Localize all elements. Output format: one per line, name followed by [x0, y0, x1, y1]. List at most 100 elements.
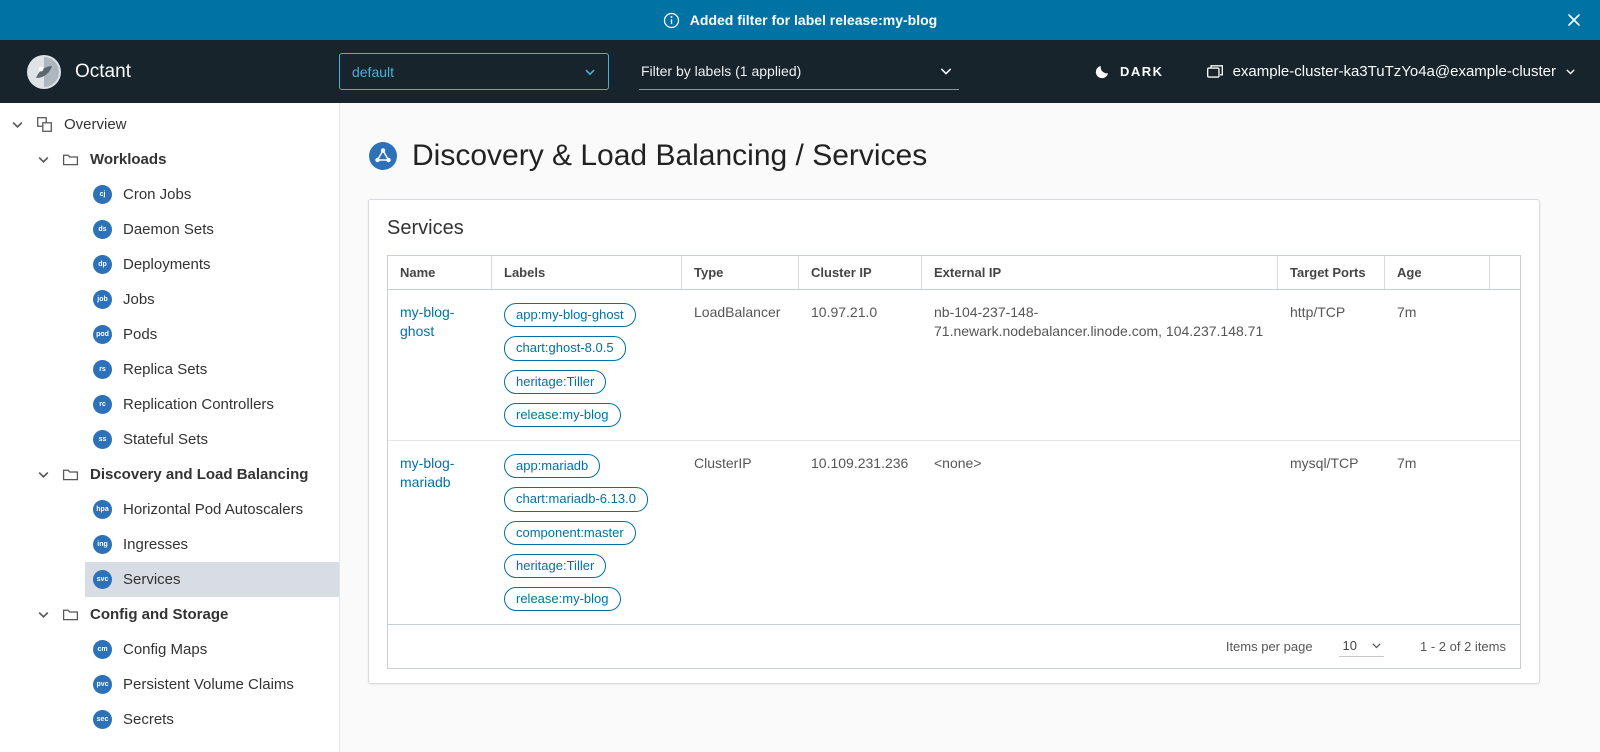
sidebar-item-label: Horizontal Pod Autoscalers: [123, 501, 303, 518]
pods-icon: pod: [93, 325, 112, 344]
sidebar-item-jobs[interactable]: job Jobs: [85, 282, 339, 317]
sidebar-item-horizontal-pod-autoscalers[interactable]: hpa Horizontal Pod Autoscalers: [85, 492, 339, 527]
cell-external-ip: nb-104-237-148-71.newark.nodebalancer.li…: [922, 290, 1278, 440]
chevron-down-icon: [36, 468, 50, 482]
sidebar-item-secrets[interactable]: sec Secrets: [85, 702, 339, 737]
moon-icon: [1094, 63, 1111, 80]
sidebar-item-pods[interactable]: pod Pods: [85, 317, 339, 352]
cell-spacer: [1490, 290, 1520, 440]
folder-icon: [61, 606, 79, 624]
services-card: Services Name Labels Type Cluster IP Ext…: [368, 199, 1540, 684]
sidebar-item-replica-sets[interactable]: rs Replica Sets: [85, 352, 339, 387]
header-spacer: [1490, 256, 1520, 289]
jobs-icon: job: [93, 290, 112, 309]
sidebar-item-label: Ingresses: [123, 536, 188, 553]
info-alert-bar: Added filter for label release:my-blog: [0, 0, 1600, 40]
service-link[interactable]: my-blog-ghost: [400, 303, 480, 341]
sidebar-nav: Overview Workloads cj Cron Jobs ds Daemo…: [0, 103, 340, 752]
sidebar-item-persistent-volume-claims[interactable]: pvc Persistent Volume Claims: [85, 667, 339, 702]
sidebar-section-config-and-storage[interactable]: Config and Storage: [0, 597, 339, 632]
sidebar-item-cron-jobs[interactable]: cj Cron Jobs: [85, 177, 339, 212]
cell-labels: app:mariadb chart:mariadb-6.13.0 compone…: [492, 441, 682, 624]
label-pill[interactable]: heritage:Tiller: [504, 554, 606, 578]
items-per-page-select[interactable]: 10: [1339, 636, 1384, 657]
column-header-target-ports: Target Ports: [1278, 256, 1385, 289]
column-header-name: Name: [388, 256, 492, 289]
label-pill[interactable]: heritage:Tiller: [504, 370, 606, 394]
label-filter-select[interactable]: Filter by labels (1 applied): [639, 53, 959, 90]
column-header-labels: Labels: [492, 256, 682, 289]
sidebar-item-stateful-sets[interactable]: ss Stateful Sets: [85, 422, 339, 457]
cluster-select[interactable]: example-cluster-ka3TuTzYo4a@example-clus…: [1206, 63, 1576, 81]
replication-controllers-icon: rc: [93, 395, 112, 414]
table-row: my-blog-mariadb app:mariadb chart:mariad…: [388, 440, 1520, 624]
persistent-volume-claims-icon: pvc: [93, 675, 112, 694]
sidebar-item-label: Pods: [123, 326, 157, 343]
cron-jobs-icon: cj: [93, 185, 112, 204]
sidebar-item-overview[interactable]: Overview: [0, 107, 339, 142]
cell-type: LoadBalancer: [682, 290, 799, 440]
sidebar-section-workloads[interactable]: Workloads: [0, 142, 339, 177]
sidebar-item-label: Deployments: [123, 256, 211, 273]
sidebar-item-daemon-sets[interactable]: ds Daemon Sets: [85, 212, 339, 247]
sidebar-item-label: Config and Storage: [90, 606, 228, 623]
label-pill[interactable]: release:my-blog: [504, 403, 621, 427]
label-pill[interactable]: chart:mariadb-6.13.0: [504, 487, 648, 511]
label-filter-value: Filter by labels (1 applied): [641, 63, 801, 79]
sidebar-item-label: Replication Controllers: [123, 396, 274, 413]
sidebar-item-label: Services: [123, 571, 181, 588]
octant-logo: [26, 54, 62, 90]
label-pill[interactable]: release:my-blog: [504, 587, 621, 611]
sidebar-item-deployments[interactable]: dp Deployments: [85, 247, 339, 282]
label-pill[interactable]: chart:ghost-8.0.5: [504, 336, 626, 360]
replica-sets-icon: rs: [93, 360, 112, 379]
cell-labels: app:my-blog-ghost chart:ghost-8.0.5 heri…: [492, 290, 682, 440]
sidebar-item-label: Config Maps: [123, 641, 207, 658]
sidebar-item-label: Cron Jobs: [123, 186, 191, 203]
cell-age: 7m: [1385, 441, 1490, 624]
cluster-name: example-cluster-ka3TuTzYo4a@example-clus…: [1233, 63, 1556, 80]
cell-type: ClusterIP: [682, 441, 799, 624]
table-header: Name Labels Type Cluster IP External IP …: [388, 256, 1520, 290]
close-icon[interactable]: [1566, 0, 1582, 40]
services-icon: svc: [93, 570, 112, 589]
label-pill[interactable]: app:mariadb: [504, 454, 600, 478]
theme-label: DARK: [1120, 64, 1164, 79]
cell-name: my-blog-mariadb: [388, 441, 492, 624]
chevron-down-icon: [939, 64, 953, 78]
items-per-page-label: Items per page: [1226, 639, 1313, 654]
cluster-icon: [1206, 63, 1224, 81]
sidebar-item-config-maps[interactable]: cm Config Maps: [85, 632, 339, 667]
sidebar-item-label: Workloads: [90, 151, 166, 168]
label-pill[interactable]: component:master: [504, 521, 636, 545]
pagination-range: 1 - 2 of 2 items: [1420, 639, 1506, 654]
sidebar-item-replication-controllers[interactable]: rc Replication Controllers: [85, 387, 339, 422]
sidebar-section-discovery-load-balancing[interactable]: Discovery and Load Balancing: [0, 457, 339, 492]
app-title: Octant: [75, 61, 131, 83]
chevron-down-icon: [584, 66, 596, 78]
label-pill[interactable]: app:my-blog-ghost: [504, 303, 636, 327]
namespace-select[interactable]: default: [339, 53, 609, 90]
main-content: Discovery & Load Balancing / Services Se…: [340, 103, 1600, 752]
column-header-external-ip: External IP: [922, 256, 1278, 289]
cell-cluster-ip: 10.109.231.236: [799, 441, 922, 624]
table-footer: Items per page 10 1 - 2 of 2 items: [388, 624, 1520, 668]
sidebar-item-label: Stateful Sets: [123, 431, 208, 448]
sidebar-item-services[interactable]: svc Services: [85, 562, 339, 597]
alert-message: Added filter for label release:my-blog: [690, 12, 937, 28]
sidebar-item-label: Persistent Volume Claims: [123, 676, 294, 693]
info-icon: [663, 12, 680, 29]
cell-external-ip: <none>: [922, 441, 1278, 624]
card-title: Services: [387, 200, 1521, 255]
cell-target-ports: mysql/TCP: [1278, 441, 1385, 624]
cell-age: 7m: [1385, 290, 1490, 440]
namespace-value: default: [352, 64, 394, 80]
chevron-down-icon: [1371, 640, 1382, 651]
theme-toggle-button[interactable]: DARK: [1094, 63, 1164, 80]
cell-cluster-ip: 10.97.21.0: [799, 290, 922, 440]
stateful-sets-icon: ss: [93, 430, 112, 449]
page-size-value: 10: [1343, 638, 1357, 653]
service-link[interactable]: my-blog-mariadb: [400, 454, 480, 492]
sidebar-item-ingresses[interactable]: ing Ingresses: [85, 527, 339, 562]
services-resource-icon: [368, 141, 398, 171]
